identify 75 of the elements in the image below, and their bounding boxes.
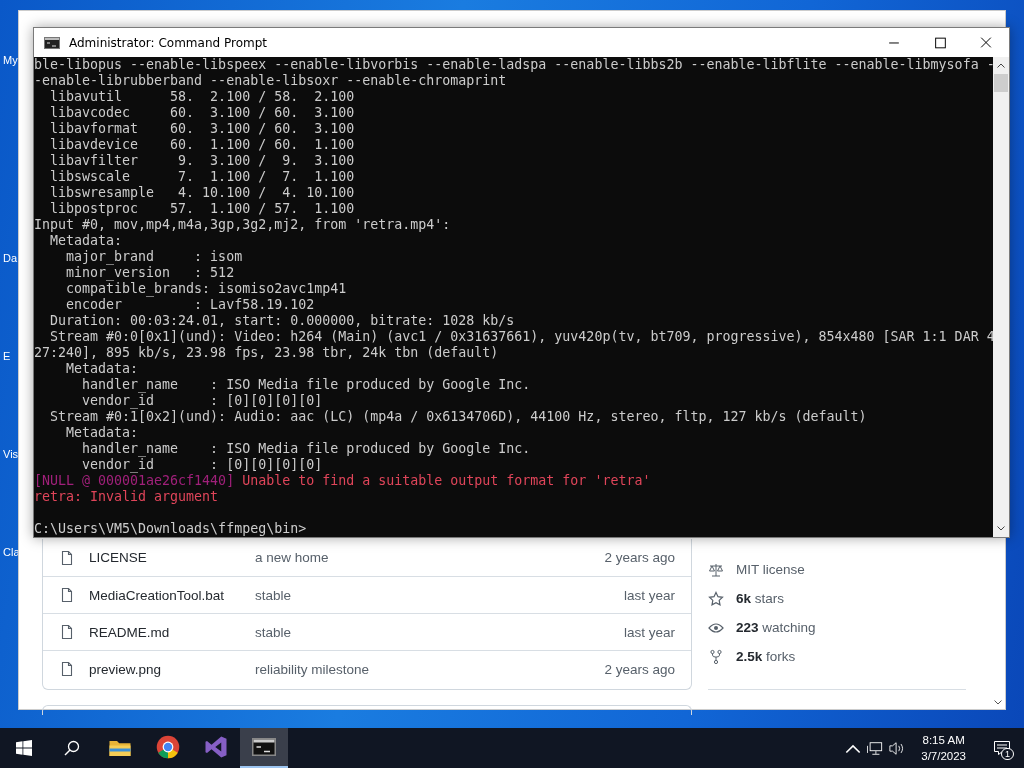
volume-icon[interactable] [889,740,906,756]
console-line: -enable-librubberband --enable-libsoxr --enable-chromaprint [34,73,508,89]
repo-stat-link[interactable]: 223 watching [736,620,816,635]
console-line: libswresample 4. 10.100 / 4. 10.100 [49,185,356,201]
commit-time: 2 years ago [604,661,675,677]
console-line: libavfilter 9. 3.100 / 9. 3.100 [49,153,356,169]
file-link[interactable]: README.md [89,624,255,640]
console-line: major_brand : isom [65,249,244,265]
desktop-icon-label[interactable]: Vis [0,449,18,460]
console-line: compatible_brands: isomiso2avc1mp41 [65,281,348,297]
console-line: libswscale 7. 1.100 / 7. 1.100 [49,169,356,185]
file-icon [59,549,75,566]
commit-message[interactable]: stable [255,624,624,640]
commit-time: last year [623,624,675,640]
console-line: Input #0, mov,mp4,m4a,3gp,3g2,mj2, from 'retra.mp4': [34,217,452,233]
scroll-up-icon[interactable] [997,63,1005,68]
console-line: Metadata: [65,361,140,377]
repo-stat-link[interactable]: 2.5k forks [736,649,796,664]
desktop-icon-label[interactable]: Da [0,253,18,264]
console-line: libavformat 60. 3.100 / 60. 3.100 [49,121,356,137]
scale-icon [708,561,724,578]
commit-time: last year [623,587,675,603]
console-line: Metadata: [49,233,124,249]
console-text: Unable to find a suitable output format for 'retra' [241,473,651,488]
fork-icon [708,648,724,665]
console-line: ble-libopus --enable-libspeex --enable-libvorbis --enable-ladspa --enable-libbs2b --enable-libflite --enable-libmysofa - [34,57,993,73]
console-line: 27:240], 895 kb/s, 23.98 fps, 23.98 tbr, 24k tbn (default) [34,345,500,361]
console-line: vendor_id : [0][0][0][0] [81,393,324,409]
console-line: handler_name : ISO Media file produced by Google Inc. [81,377,532,393]
network-icon[interactable] [867,740,884,756]
file-icon [59,624,75,640]
scrollbar[interactable] [993,57,1009,537]
commit-message[interactable]: reliability milestone [255,661,605,677]
star-icon [708,590,724,607]
scroll-down-icon[interactable] [997,526,1005,531]
console-line: encoder : Lavf58.19.102 [65,297,316,313]
notifications-button[interactable]: 1 [980,728,1024,768]
file-icon [59,587,75,603]
repo-stat-link[interactable]: 6k stars [736,591,785,606]
console-line: libavutil 58. 2.100 / 58. 2.100 [49,89,356,105]
file-link[interactable]: preview.png [89,661,255,677]
file-link[interactable]: MediaCreationTool.bat [89,587,255,603]
console-line: libpostproc 57. 1.100 / 57. 1.100 [49,201,356,217]
console-text: retra: Invalid argument [34,489,219,504]
file-link[interactable]: LICENSE [89,550,255,565]
notification-count: 1 [1001,748,1014,760]
file-icon [59,661,75,677]
terminal-icon [44,36,60,49]
console-line: C:\Users\VM5\Downloads\ffmpeg\bin> [34,521,308,537]
console-line: minor_version : 512 [65,265,236,281]
console-line: libavcodec 60. 3.100 / 60. 3.100 [49,105,356,121]
windows-logo-icon[interactable] [16,740,32,756]
console-line: libavdevice 60. 1.100 / 60. 1.100 [49,137,356,153]
ribbon-icon [204,735,228,759]
scroll-thumb[interactable] [994,74,1008,92]
desktop-icon-label[interactable]: My [0,55,18,66]
desktop-icon-label[interactable]: E [0,351,18,362]
clock[interactable]: 8:15 AM 3/7/2023 [911,732,974,764]
console-line: vendor_id : [0][0][0][0] [81,457,324,473]
console-line: Metadata: [65,425,140,441]
console-line: Duration: 00:03:24.01, start: 0.000000, bitrate: 1028 kb/s [49,313,516,329]
scroll-down-icon[interactable] [994,700,1002,705]
browser-icon [156,735,180,759]
speech-bubble-icon[interactable] [993,740,1011,756]
terminal-icon [252,735,276,759]
search-icon[interactable] [64,740,80,756]
commit-message[interactable]: a new home [255,550,605,565]
console-line: Stream #0:1[0x2](und): Audio: aac (LC) (mp4a / 0x6134706D), 44100 Hz, stereo, fltp, 127 kb/s (default) [49,409,868,425]
commit-message[interactable]: stable [255,587,624,603]
taskbar-app-button[interactable] [240,728,288,768]
window-title: Administrator: Command Prompt [69,35,268,50]
commit-time: 2 years ago [604,550,675,565]
console-line: handler_name : ISO Media file produced by Google Inc. [81,441,532,457]
console-text: [NULL @ 000001ae26cf1440] [34,473,235,488]
repo-stat-link[interactable]: MIT license [736,562,805,577]
